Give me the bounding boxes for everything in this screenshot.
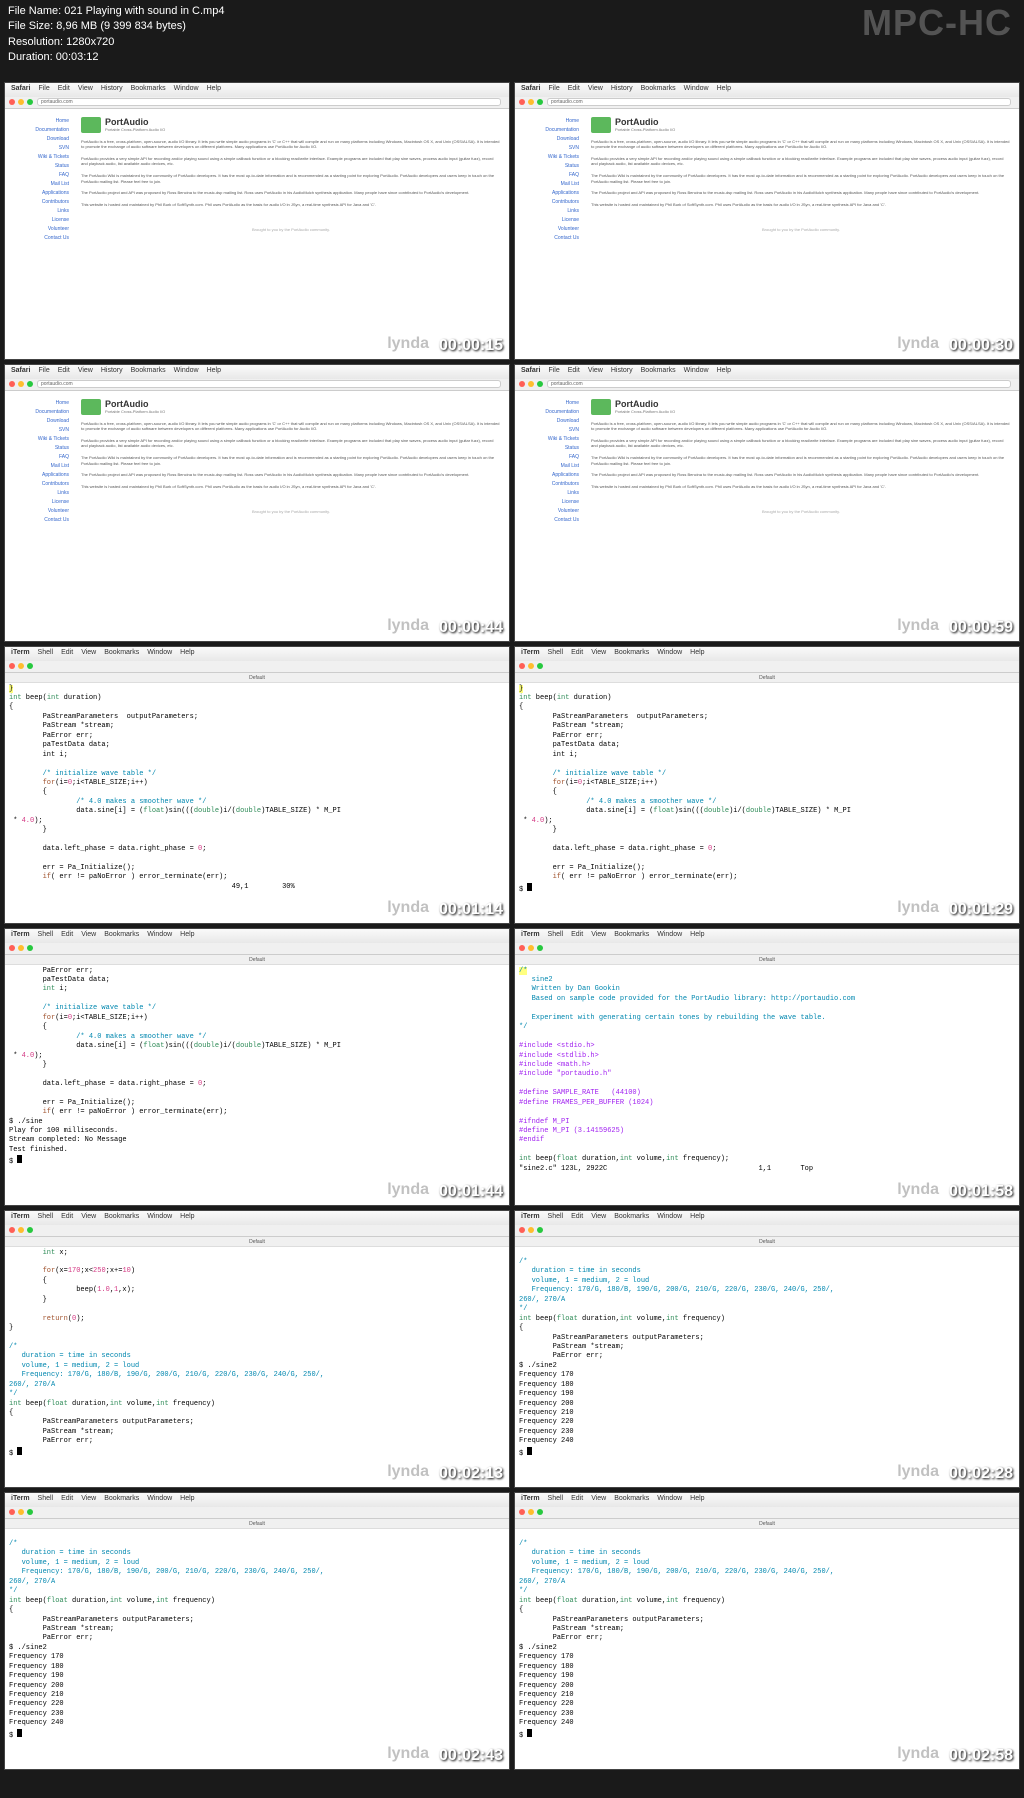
window-controls[interactable] [9,99,33,105]
thumbnail: iTermShellEditViewBookmarksWindowHelp De… [514,928,1020,1206]
sidebar: HomeDocumentationDownloadSVNWiki & Ticke… [13,117,73,353]
file-name: 021 Playing with sound in C.mp4 [64,5,224,17]
thumbnail-grid: SafariFileEditViewHistoryBookmarksWindow… [0,78,1024,1774]
thumbnail: SafariFileEditViewHistoryBookmarksWindow… [4,82,510,360]
file-resolution: 1280x720 [66,36,114,48]
file-size: 8,96 MB (9 399 834 bytes) [56,20,186,32]
timestamp: 00:00:15 [439,337,503,355]
thumbnail: iTermShellEditViewBookmarksWindowHelp De… [514,1210,1020,1488]
thumbnail: SafariFileEditViewHistoryBookmarksWindow… [4,364,510,642]
portaudio-logo: PortAudioPortable Cross-Platform Audio I… [81,117,501,133]
thumbnail: SafariFileEditViewHistoryBookmarksWindow… [514,364,1020,642]
thumbnail: iTermShellEditViewBookmarksWindowHelp De… [514,646,1020,924]
terminal[interactable]: Default } int beep(int duration) { PaStr… [5,673,509,924]
thumbnail: iTermShellEditViewBookmarksWindowHelp De… [4,928,510,1206]
browser-toolbar: portaudio.com [5,97,509,109]
thumbnail: SafariFileEditViewHistoryBookmarksWindow… [514,82,1020,360]
thumbnail: iTermShellEditViewBookmarksWindowHelp De… [514,1492,1020,1770]
thumbnail: iTermShellEditViewBookmarksWindowHelp De… [4,1492,510,1770]
thumbnail: iTermShellEditViewBookmarksWindowHelp De… [4,646,510,924]
logo-icon [81,117,101,133]
code-editor[interactable]: } int beep(int duration) { PaStreamParam… [5,683,509,895]
page-content: HomeDocumentationDownloadSVNWiki & Ticke… [5,109,509,360]
file-duration: 00:03:12 [56,51,99,63]
menubar: SafariFileEditViewHistoryBookmarksWindow… [5,83,509,97]
lynda-watermark: lynda [387,335,429,353]
thumbnail: iTermShellEditViewBookmarksWindowHelp De… [4,1210,510,1488]
url-bar[interactable]: portaudio.com [37,98,501,106]
watermark: MPC-HC [862,2,1012,44]
